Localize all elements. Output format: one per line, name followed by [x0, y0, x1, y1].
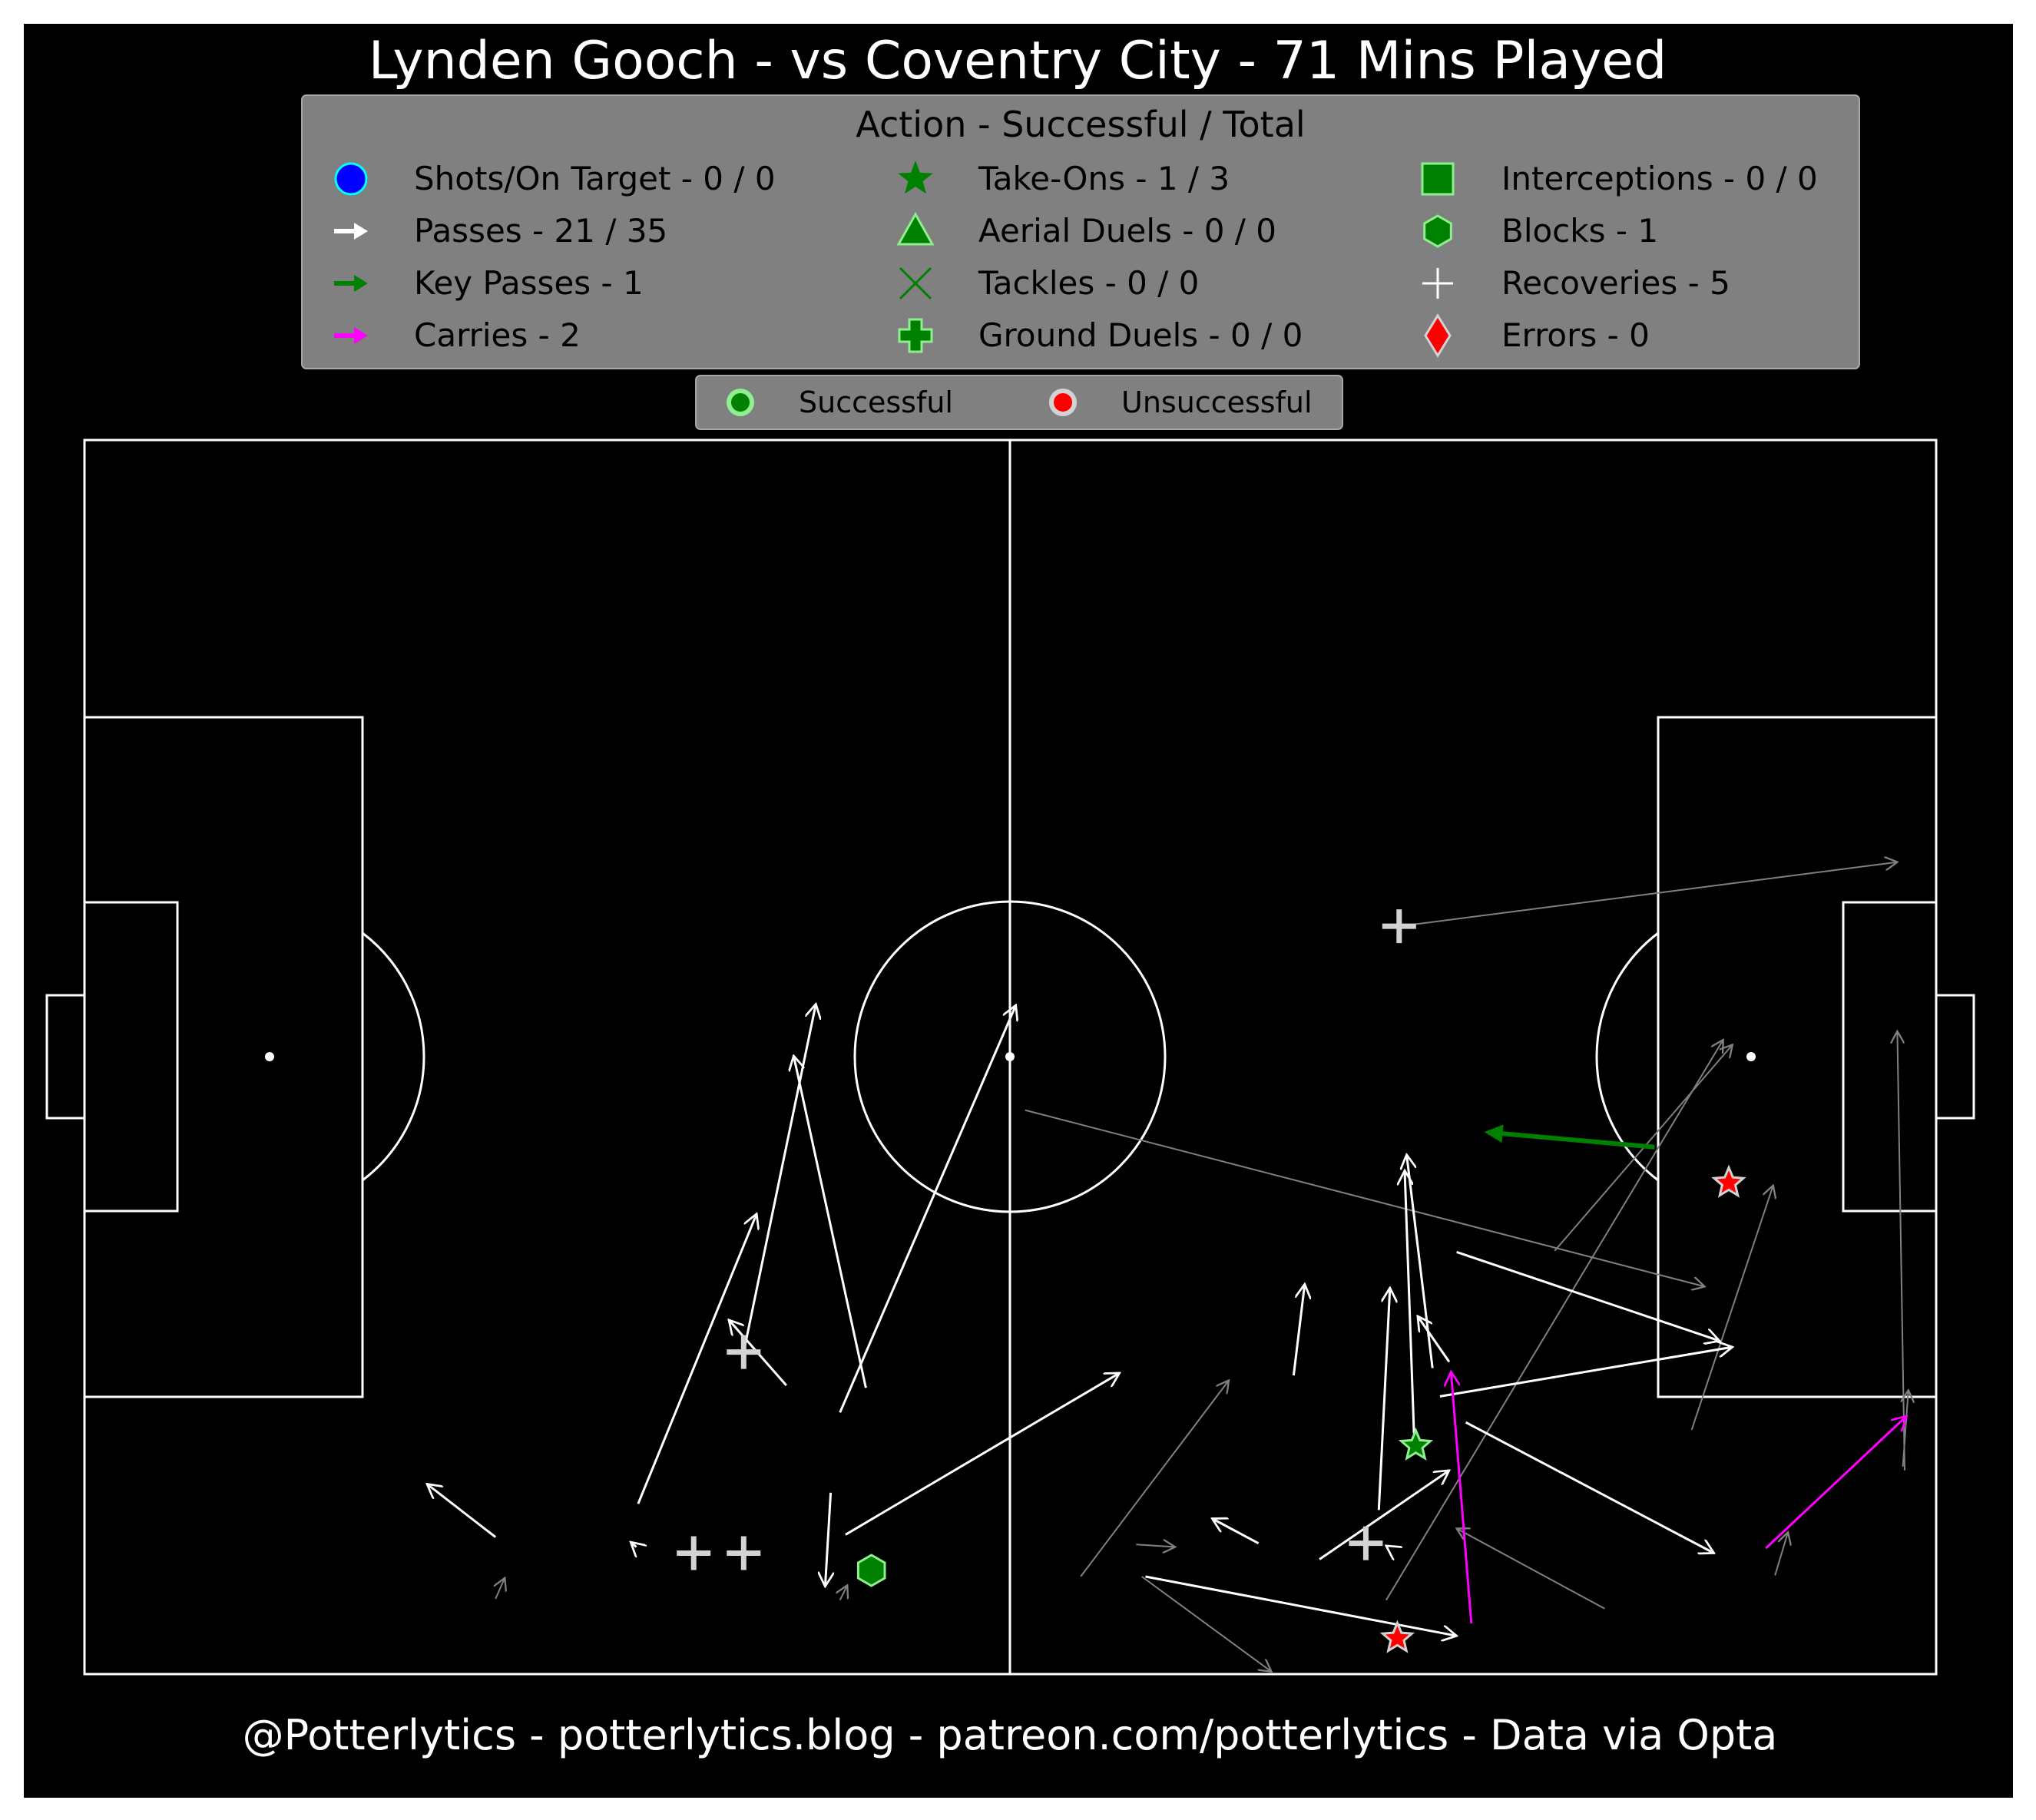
legend-label: Errors - 0 [1501, 316, 1650, 354]
centre-spot [1005, 1052, 1015, 1061]
legend-label: Take-Ons - 1 / 3 [978, 160, 1230, 197]
legend-label: Ground Duels - 0 / 0 [978, 316, 1303, 354]
legend-label: Blocks - 1 [1501, 212, 1658, 250]
legend-label: Tackles - 0 / 0 [978, 264, 1199, 302]
legend-label: Recoveries - 5 [1501, 264, 1730, 302]
circle-blue-icon [334, 162, 368, 196]
unsuccessful-marker-icon [1049, 389, 1077, 416]
block-marker [856, 1554, 886, 1587]
legend-label: Passes - 21 / 35 [414, 212, 667, 250]
footer-credits: @Potterlytics - potterlytics.blog - patr… [243, 1711, 1778, 1759]
legend-label: Carries - 2 [414, 316, 581, 354]
square-icon [1421, 162, 1455, 196]
successful-legend-label: Successful [799, 386, 953, 419]
legend-label: Aerial Duels - 0 / 0 [978, 212, 1276, 250]
legend-label: Key Passes - 1 [414, 264, 644, 302]
unsuccessful-legend-label: Unsuccessful [1121, 386, 1313, 419]
legend-label: Shots/On Target - 0 / 0 [414, 160, 776, 197]
right-penalty-spot [1746, 1052, 1756, 1061]
successful-pass-arrow [1386, 1546, 1388, 1547]
action-legend-title: Action - Successful / Total [856, 104, 1305, 145]
action-legend: Action - Successful / Total Shots/On Tar… [301, 94, 1860, 369]
legend-label: Interceptions - 0 / 0 [1501, 160, 1818, 197]
outcome-legend: Successful Unsuccessful [695, 375, 1343, 430]
hexagon-icon [1423, 214, 1452, 248]
pass-map-figure: Lynden Gooch - vs Coventry City - 71 Min… [0, 0, 2036, 1820]
chart-title: Lynden Gooch - vs Coventry City - 71 Min… [369, 31, 1667, 91]
left-penalty-spot [265, 1052, 274, 1061]
successful-marker-icon [727, 389, 754, 416]
